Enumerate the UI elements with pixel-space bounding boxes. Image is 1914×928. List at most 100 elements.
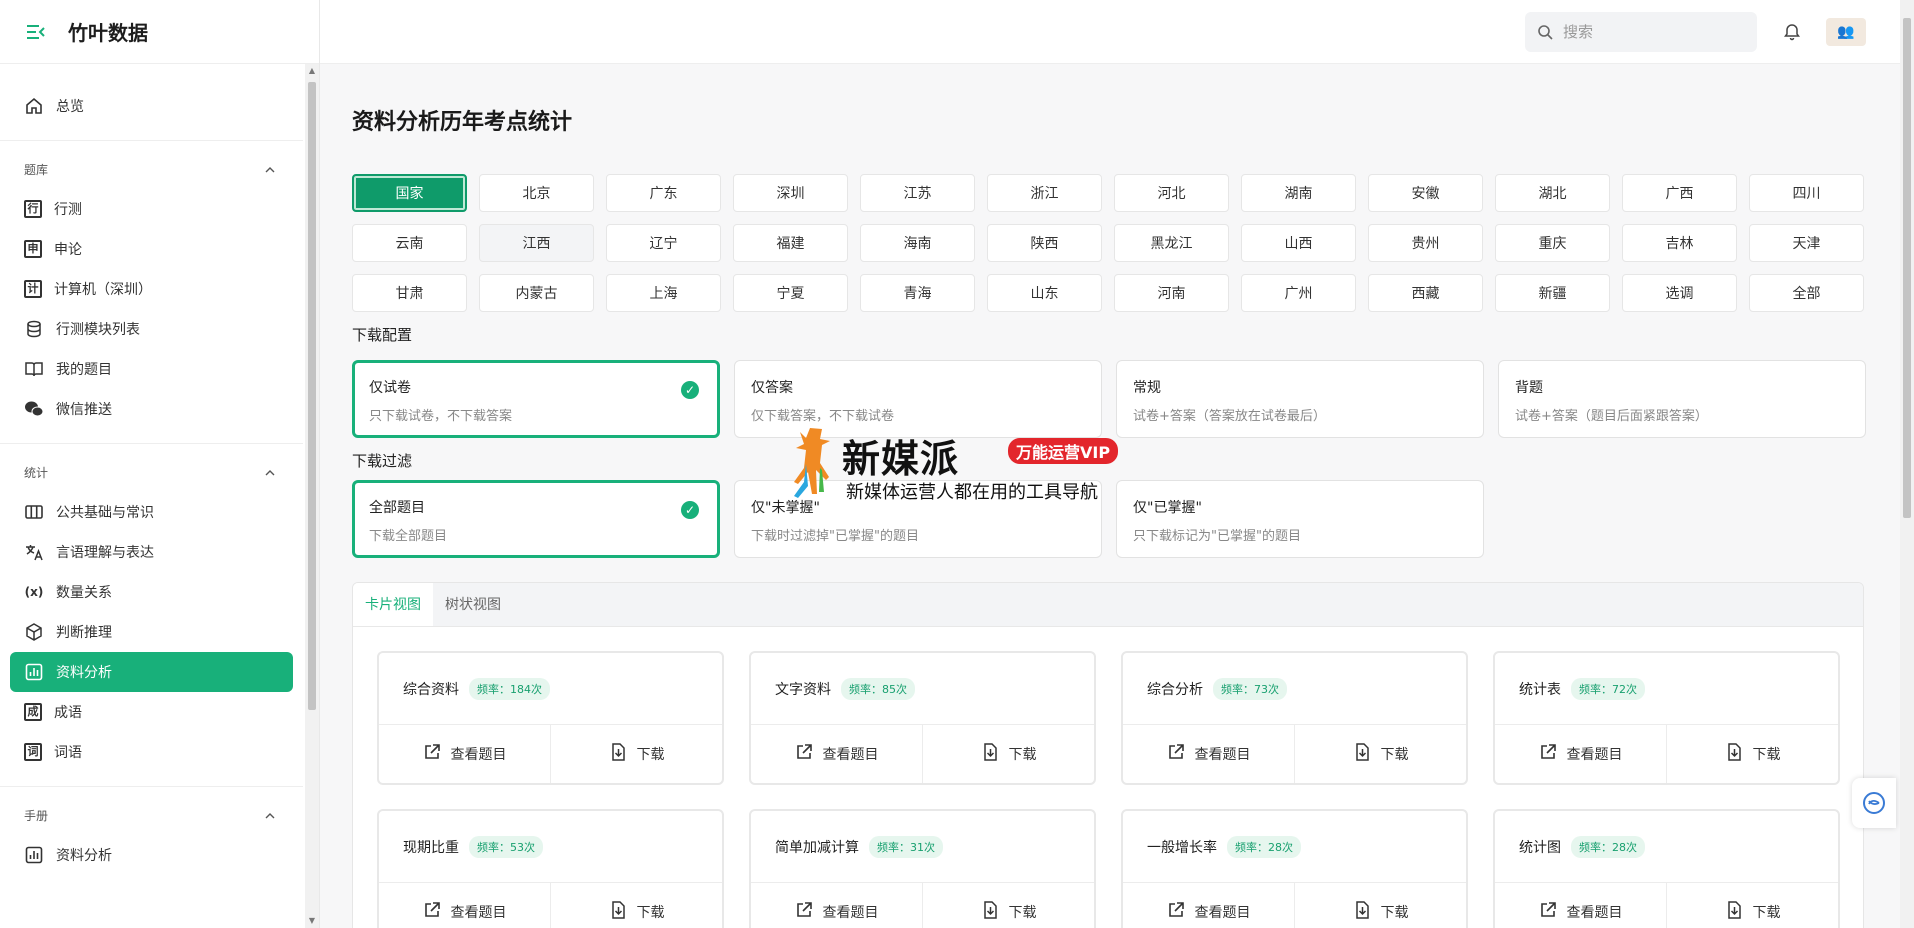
notification-bell-icon[interactable] [1782, 22, 1802, 42]
region-button[interactable]: 河南 [1114, 274, 1229, 312]
region-button[interactable]: 广东 [606, 174, 721, 212]
sidebar-item[interactable]: 言语理解与表达 [0, 532, 303, 572]
region-button[interactable]: 云南 [352, 224, 467, 262]
download-option-card[interactable]: 仅"未掌握" 下载时过滤掉"已掌握"的题目 [734, 480, 1102, 558]
region-button[interactable]: 贵州 [1368, 224, 1483, 262]
download-option-card[interactable]: 全部题目 下载全部题目 ✓ [352, 480, 720, 558]
sidebar-item[interactable]: 行行测 [0, 189, 303, 229]
region-button[interactable]: 海南 [860, 224, 975, 262]
floating-assistant-button[interactable] [1852, 778, 1896, 828]
region-button[interactable]: 北京 [479, 174, 594, 212]
region-button[interactable]: 湖北 [1495, 174, 1610, 212]
region-button[interactable]: 青海 [860, 274, 975, 312]
scroll-up-icon[interactable]: ▲ [305, 64, 319, 78]
card-actions: 查看题目 下载 [1123, 883, 1466, 928]
region-button[interactable]: 吉林 [1622, 224, 1737, 262]
page-scroll-thumb[interactable] [1903, 18, 1911, 518]
region-button[interactable]: 辽宁 [606, 224, 721, 262]
sidebar-item[interactable]: (x) 数量关系 [0, 572, 303, 612]
view-questions-button[interactable]: 查看题目 [379, 883, 550, 928]
download-button[interactable]: 下载 [1294, 883, 1466, 928]
region-button[interactable]: 重庆 [1495, 224, 1610, 262]
chevron-up-icon[interactable] [265, 465, 275, 479]
view-questions-button[interactable]: 查看题目 [1495, 725, 1666, 783]
option-title: 常规 [1133, 380, 1161, 396]
download-button[interactable]: 下载 [1666, 883, 1838, 928]
region-button[interactable]: 河北 [1114, 174, 1229, 212]
download-option-card[interactable]: 仅答案 仅下载答案，不下载试卷 [734, 360, 1102, 438]
download-option-card[interactable]: 背题 试卷+答案（题目后面紧跟答案） [1498, 360, 1866, 438]
sidebar-section-header[interactable]: 统计 [0, 452, 303, 492]
region-button[interactable]: 福建 [733, 224, 848, 262]
sidebar-scrollbar[interactable]: ▲ ▼ [305, 64, 319, 928]
region-button[interactable]: 广州 [1241, 274, 1356, 312]
search-box[interactable] [1525, 12, 1757, 52]
card-title: 现期比重 [403, 839, 459, 856]
view-questions-button[interactable]: 查看题目 [379, 725, 550, 783]
chevron-up-icon[interactable] [265, 808, 275, 822]
region-button[interactable]: 国家 [352, 174, 467, 212]
sidebar-section-header[interactable]: 手册 [0, 795, 303, 835]
page-scrollbar[interactable] [1900, 0, 1914, 928]
sidebar-item[interactable]: 判断推理 [0, 612, 303, 652]
region-button[interactable]: 湖南 [1241, 174, 1356, 212]
chevron-up-icon[interactable] [265, 162, 275, 176]
view-questions-button[interactable]: 查看题目 [1123, 883, 1294, 928]
sidebar-section-header[interactable]: 题库 [0, 149, 303, 189]
download-option-card[interactable]: 常规 试卷+答案（答案放在试卷最后） [1116, 360, 1484, 438]
sidebar-item[interactable]: 资料分析 [10, 652, 293, 692]
view-questions-button[interactable]: 查看题目 [751, 725, 922, 783]
region-button[interactable]: 甘肃 [352, 274, 467, 312]
region-button[interactable]: 广西 [1622, 174, 1737, 212]
region-button[interactable]: 选调 [1622, 274, 1737, 312]
region-button[interactable]: 江西 [479, 224, 594, 262]
sidebar-scroll-thumb[interactable] [308, 82, 316, 710]
region-button[interactable]: 黑龙江 [1114, 224, 1229, 262]
download-option-card[interactable]: 仅试卷 只下载试卷，不下载答案 ✓ [352, 360, 720, 438]
sidebar-item[interactable]: 计计算机（深圳） [0, 269, 303, 309]
region-button[interactable]: 陕西 [987, 224, 1102, 262]
region-button[interactable]: 全部 [1749, 274, 1864, 312]
card-title: 综合资料 [403, 681, 459, 698]
sidebar-item[interactable]: 词词语 [0, 732, 303, 772]
tab-card-view[interactable]: 卡片视图 [353, 583, 433, 626]
scroll-down-icon[interactable]: ▼ [305, 914, 319, 928]
view-questions-button[interactable]: 查看题目 [751, 883, 922, 928]
download-button[interactable]: 下载 [922, 725, 1094, 783]
avatar[interactable]: 👥 [1826, 18, 1866, 46]
download-option-card[interactable]: 仅"已掌握" 只下载标记为"已掌握"的题目 [1116, 480, 1484, 558]
region-button[interactable]: 安徽 [1368, 174, 1483, 212]
menu-collapse-icon[interactable] [26, 24, 46, 40]
tab-tree-view[interactable]: 树状视图 [433, 583, 513, 626]
region-button[interactable]: 内蒙古 [479, 274, 594, 312]
region-button[interactable]: 西藏 [1368, 274, 1483, 312]
sidebar-item[interactable]: 成成语 [0, 692, 303, 732]
region-button[interactable]: 山东 [987, 274, 1102, 312]
download-button[interactable]: 下载 [922, 883, 1094, 928]
region-button[interactable]: 浙江 [987, 174, 1102, 212]
sidebar-item[interactable]: 行测模块列表 [0, 309, 303, 349]
region-button[interactable]: 四川 [1749, 174, 1864, 212]
region-button[interactable]: 上海 [606, 274, 721, 312]
search-input[interactable] [1563, 23, 1743, 41]
download-button[interactable]: 下载 [1294, 725, 1466, 783]
sidebar-item-overview[interactable]: 总览 [0, 86, 303, 126]
region-button[interactable]: 新疆 [1495, 274, 1610, 312]
download-button[interactable]: 下载 [550, 725, 722, 783]
region-button[interactable]: 深圳 [733, 174, 848, 212]
view-questions-button[interactable]: 查看题目 [1495, 883, 1666, 928]
region-button[interactable]: 天津 [1749, 224, 1864, 262]
download-button[interactable]: 下载 [550, 883, 722, 928]
region-button[interactable]: 江苏 [860, 174, 975, 212]
sidebar-item[interactable]: 申申论 [0, 229, 303, 269]
sidebar-item[interactable]: 公共基础与常识 [0, 492, 303, 532]
region-button[interactable]: 宁夏 [733, 274, 848, 312]
external-link-icon [795, 901, 823, 923]
book-icon [24, 359, 44, 379]
sidebar-item[interactable]: 我的题目 [0, 349, 303, 389]
download-button[interactable]: 下载 [1666, 725, 1838, 783]
region-button[interactable]: 山西 [1241, 224, 1356, 262]
view-questions-button[interactable]: 查看题目 [1123, 725, 1294, 783]
sidebar-item[interactable]: 微信推送 [0, 389, 303, 429]
sidebar-item[interactable]: 资料分析 [0, 835, 303, 875]
